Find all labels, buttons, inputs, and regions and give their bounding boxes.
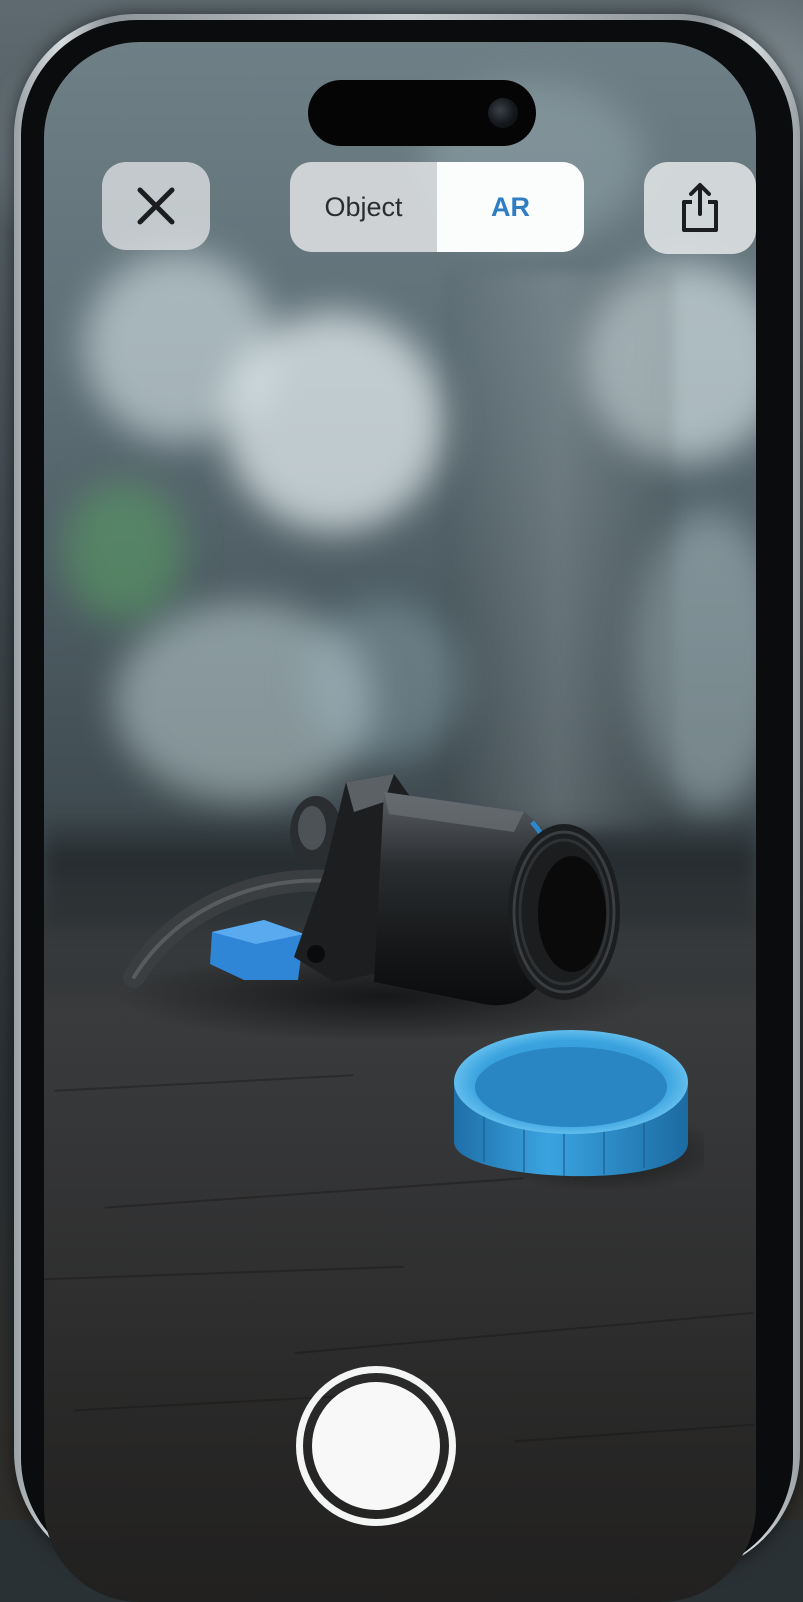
background-blur [64, 482, 184, 622]
close-button[interactable] [102, 162, 210, 250]
wood-grain [514, 1423, 754, 1443]
ar-camera-view[interactable]: Object AR [44, 42, 756, 1602]
wood-grain [294, 1311, 754, 1355]
background-blur [304, 602, 464, 762]
share-button[interactable] [644, 162, 756, 254]
shutter-inner[interactable] [312, 1382, 440, 1510]
phone-frame: Object AR [14, 14, 800, 1602]
wood-grain [44, 1265, 404, 1281]
bracket-screw [307, 945, 325, 963]
opening [538, 856, 606, 972]
front-camera-icon [488, 98, 518, 128]
share-icon [682, 183, 718, 232]
shutter-button[interactable] [296, 1366, 456, 1526]
mode-ar-tab[interactable]: AR [437, 162, 584, 252]
mode-object-tab[interactable]: Object [290, 162, 437, 252]
background-blur [224, 312, 444, 532]
ar-product-model[interactable] [84, 742, 704, 1222]
close-icon [137, 187, 175, 225]
blue-cap-inner [475, 1047, 667, 1127]
rear-cap-highlight [298, 806, 326, 850]
mode-segmented-control[interactable]: Object AR [290, 162, 584, 252]
dynamic-island [308, 80, 536, 146]
